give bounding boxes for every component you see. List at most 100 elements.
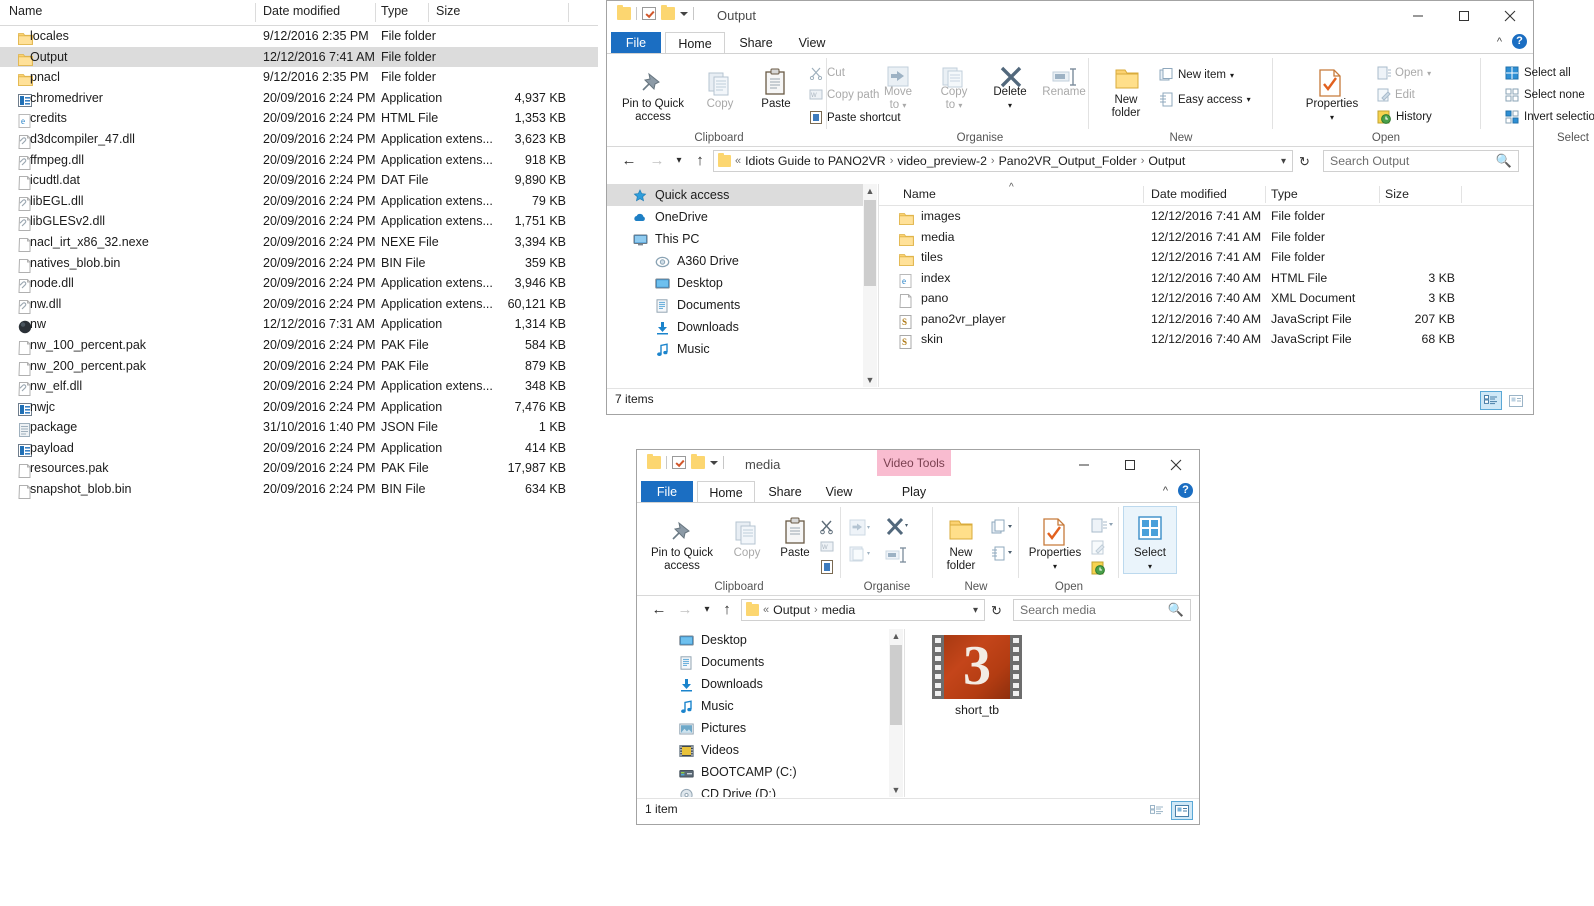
background-list-row[interactable]: package 31/10/2016 1:40 PM JSON File 1 KB — [0, 417, 598, 438]
quick-access-toolbar-media[interactable] — [647, 454, 724, 469]
column-header-type[interactable]: Type — [381, 4, 408, 18]
maximize-icon[interactable] — [1441, 1, 1487, 31]
nav-item-bootcamp-c-[interactable]: BOOTCAMP (C:) — [637, 761, 889, 783]
invert-selection-button-output[interactable]: Invert selection — [1505, 110, 1594, 124]
scroll-down-icon[interactable]: ▼ — [863, 373, 877, 387]
pin-to-quick-access-button-media[interactable]: Pin to Quick access — [643, 547, 721, 572]
properties-check-icon[interactable] — [642, 7, 656, 20]
background-list-row[interactable]: libEGL.dll 20/09/2016 2:24 PM Application … — [0, 191, 598, 212]
nav-item-pictures[interactable]: Pictures — [637, 717, 889, 739]
file-row[interactable]: e index 12/12/2016 7:40 AM HTML File 3 KB — [879, 268, 1533, 289]
background-list-row[interactable]: snapshot_blob.bin 20/09/2016 2:24 PM BIN F… — [0, 479, 598, 500]
chevron-down-icon[interactable]: ▾ — [973, 605, 980, 616]
nav-item-downloads[interactable]: Downloads — [637, 673, 889, 695]
nav-item-videos[interactable]: Videos — [637, 739, 889, 761]
nav-item-desktop[interactable]: Desktop — [607, 272, 863, 294]
breadcrumb-media[interactable]: « Output › media ▾ — [741, 599, 985, 621]
title-bar-output[interactable]: Output — [607, 1, 1533, 32]
explorer-window-media[interactable]: media Video Tools File Home Share View P… — [636, 449, 1200, 825]
breadcrumb-output[interactable]: « Idiots Guide to PANO2VR › video_previe… — [713, 150, 1293, 172]
file-row[interactable]: pano 12/12/2016 7:40 AM XML Document 3 KB — [879, 288, 1533, 309]
background-list-row[interactable]: libGLESv2.dll 20/09/2016 2:24 PM Applicati… — [0, 211, 598, 232]
close-icon[interactable] — [1153, 450, 1199, 480]
chevron-down-icon[interactable] — [680, 11, 688, 16]
forward-button-output[interactable]: → — [647, 151, 667, 171]
nav-item-documents[interactable]: Documents — [607, 294, 863, 316]
large-icons-view-button-media[interactable] — [1171, 801, 1193, 820]
copy-path-button-output[interactable]: W Copy path — [809, 88, 879, 101]
history-button-output[interactable]: History — [1377, 110, 1432, 124]
nav-scrollbar-output[interactable]: ▲ ▼ — [863, 184, 877, 387]
minimize-icon[interactable] — [1061, 450, 1107, 480]
breadcrumb-segment-1-media[interactable]: Output — [773, 603, 810, 617]
paste-button-media[interactable]: Paste — [771, 547, 819, 560]
nav-scrollbar-media[interactable]: ▲ ▼ — [889, 629, 903, 797]
address-bar-media[interactable]: ← → ▾ ↑ « Output › media ▾ ↻ Search medi… — [637, 596, 1199, 625]
properties-button-media[interactable]: Properties ▾ — [1019, 547, 1091, 573]
refresh-icon[interactable]: ↻ — [1299, 154, 1310, 170]
copy-to-button-output[interactable]: Copy to ▾ — [927, 86, 981, 112]
easy-access-button-output[interactable]: Easy access ▾ — [1159, 92, 1251, 107]
background-list-row[interactable]: Output 12/12/2016 7:41 AM File folder — [0, 46, 598, 68]
ribbon-output[interactable]: Pin to Quick access Copy Paste Cut W Cop… — [607, 54, 1594, 147]
breadcrumb-segment-3[interactable]: Pano2VR_Output_Folder — [999, 154, 1137, 168]
search-box-media[interactable]: Search media 🔍 — [1013, 599, 1191, 621]
column-header-size[interactable]: Size — [436, 4, 460, 18]
minimize-icon[interactable] — [1395, 1, 1441, 31]
column-header-size[interactable]: Size — [1385, 187, 1409, 201]
scroll-up-icon[interactable]: ▲ — [889, 629, 903, 643]
back-button-output[interactable]: ← — [619, 151, 639, 171]
background-list-row[interactable]: nacl_irt_x86_32.nexe 20/09/2016 2:24 PM NE… — [0, 232, 598, 253]
rename-button-output[interactable]: Rename — [1035, 86, 1093, 99]
details-view-button-media[interactable] — [1146, 801, 1168, 820]
pin-to-quick-access-button[interactable]: Pin to Quick access — [615, 98, 691, 123]
ribbon-media[interactable]: Pin to Quick access Copy Paste W Clipboa… — [637, 503, 1199, 596]
select-all-button-output[interactable]: Select all — [1505, 66, 1571, 80]
breadcrumb-segment-1[interactable]: Idiots Guide to PANO2VR — [745, 154, 886, 168]
background-list-row[interactable]: icudtl.dat 20/09/2016 2:24 PM DAT File 9,89… — [0, 170, 598, 191]
maximize-icon[interactable] — [1107, 450, 1153, 480]
ribbon-tabs-media[interactable]: File Home Share View Play ^ ? — [637, 481, 1199, 503]
paste-button-output[interactable]: Paste — [749, 98, 803, 111]
breadcrumb-segment-2-media[interactable]: media — [822, 603, 856, 617]
tab-file-output[interactable]: File — [611, 32, 661, 54]
new-item-button-output[interactable]: New item ▾ — [1159, 68, 1234, 82]
column-header-name[interactable]: Name — [903, 187, 936, 201]
file-row[interactable]: tiles 12/12/2016 7:41 AM File folder — [879, 247, 1533, 268]
view-toggle-media[interactable] — [1146, 801, 1193, 820]
background-list-row[interactable]: locales 9/12/2016 2:35 PM File folder — [0, 26, 598, 47]
close-icon[interactable] — [1487, 1, 1533, 31]
column-header-date-modified[interactable]: Date modified — [1151, 187, 1227, 201]
title-bar-media[interactable]: media Video Tools — [637, 450, 1199, 481]
tab-share-media[interactable]: Share — [757, 481, 813, 503]
file-row[interactable]: images 12/12/2016 7:41 AM File folder — [879, 206, 1533, 227]
open-button-output[interactable]: Open ▾ — [1377, 66, 1431, 80]
background-list-row[interactable]: nw_elf.dll 20/09/2016 2:24 PM Application … — [0, 376, 598, 397]
background-list-row[interactable]: resources.pak 20/09/2016 2:24 PM PAK File 1… — [0, 458, 598, 479]
view-toggle-output[interactable] — [1480, 391, 1527, 410]
scroll-up-icon[interactable]: ▲ — [863, 184, 877, 198]
chevron-down-icon[interactable] — [710, 460, 718, 465]
column-header-name[interactable]: Name — [9, 4, 42, 18]
recent-locations-button-media[interactable]: ▾ — [697, 600, 717, 620]
new-folder-button-output[interactable]: New folder — [1099, 94, 1153, 119]
navigation-pane-output[interactable]: Quick access OneDrive This PC A360 Drive Des… — [607, 184, 863, 387]
background-list-row[interactable]: payload 20/09/2016 2:24 PM Application 414 … — [0, 438, 598, 459]
up-button-media[interactable]: ↑ — [717, 600, 737, 620]
background-list-row[interactable]: natives_blob.bin 20/09/2016 2:24 PM BIN Fi… — [0, 253, 598, 274]
scroll-down-icon[interactable]: ▼ — [889, 783, 903, 797]
edit-button-output[interactable]: Edit — [1377, 88, 1415, 102]
forward-button-media[interactable]: → — [675, 600, 695, 620]
background-list-row[interactable]: pnacl 9/12/2016 2:35 PM File folder — [0, 67, 598, 88]
ribbon-help-area-media[interactable]: ^ ? — [1163, 483, 1193, 498]
chevron-down-icon[interactable]: ▾ — [1281, 156, 1288, 167]
nav-item-downloads[interactable]: Downloads — [607, 316, 863, 338]
chevron-up-icon[interactable]: ^ — [1163, 485, 1168, 497]
address-bar-output[interactable]: ← → ▾ ↑ « Idiots Guide to PANO2VR › vide… — [607, 147, 1533, 176]
background-list-row[interactable]: nw.dll 20/09/2016 2:24 PM Application exte… — [0, 294, 598, 315]
up-button-output[interactable]: ↑ — [690, 151, 710, 171]
help-icon[interactable]: ? — [1512, 34, 1527, 49]
chevron-up-icon[interactable]: ^ — [1497, 36, 1502, 48]
breadcrumb-segment-2[interactable]: video_preview-2 — [897, 154, 987, 168]
properties-button-output[interactable]: Properties ▾ — [1293, 98, 1371, 124]
